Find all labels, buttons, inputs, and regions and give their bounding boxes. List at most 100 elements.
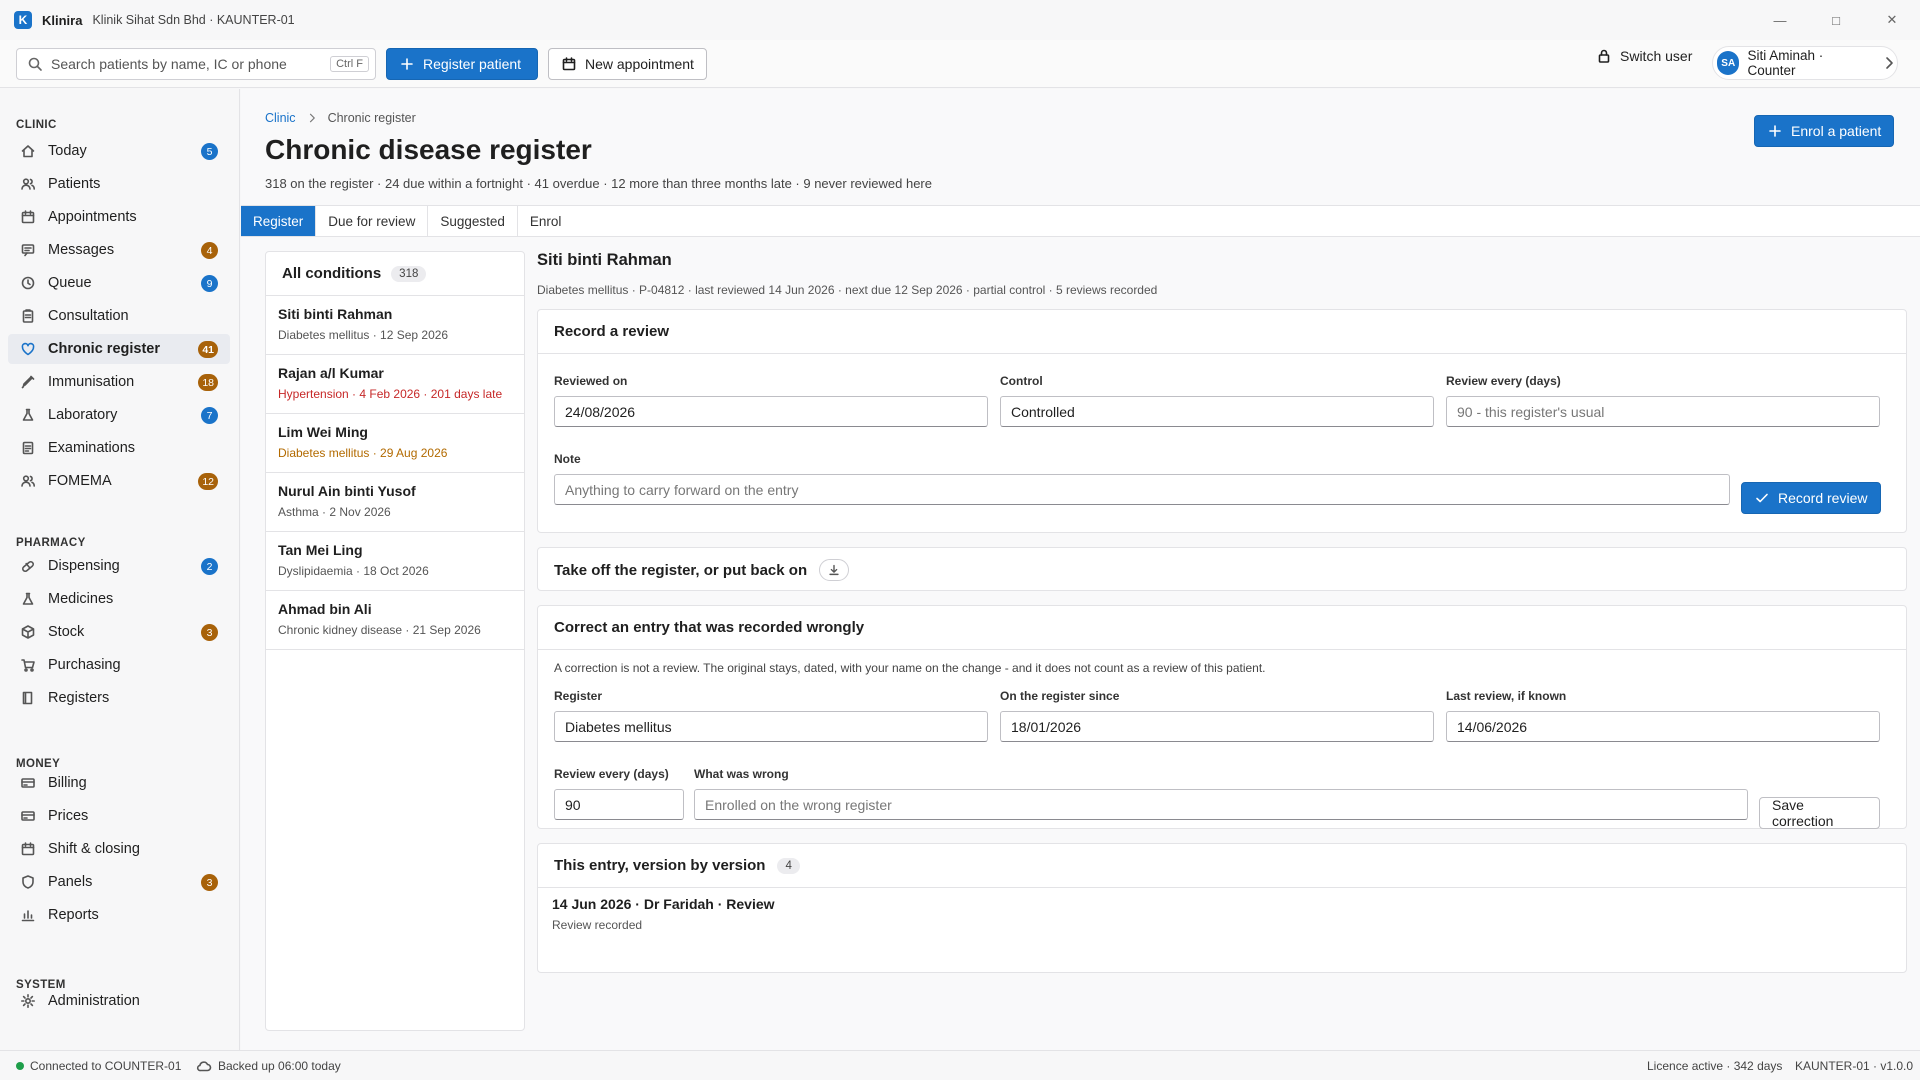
pill-icon bbox=[20, 558, 36, 574]
register-patient-button[interactable]: Register patient bbox=[386, 47, 538, 80]
check-icon bbox=[1754, 490, 1770, 506]
version-history-header: This entry, version by version 4 bbox=[538, 844, 1906, 888]
switch-user-button[interactable]: Switch user bbox=[1596, 48, 1692, 64]
search-input[interactable]: Search patients by name, IC or phone Ctr… bbox=[16, 47, 376, 80]
syringe-icon bbox=[20, 374, 36, 390]
sidebar-badge: 5 bbox=[201, 143, 218, 160]
patient-list: All conditions 318 Siti binti Rahman Diab… bbox=[265, 251, 525, 1031]
sidebar-item-consultation[interactable]: Consultation bbox=[8, 301, 230, 331]
clock-icon bbox=[20, 275, 36, 291]
version-row[interactable]: 14 Jun 2026 · Dr Faridah · Review Review… bbox=[552, 896, 775, 932]
sidebar-item-stock[interactable]: Stock 3 bbox=[8, 617, 230, 647]
sidebar-item-label: Medicines bbox=[48, 591, 114, 607]
list-item[interactable]: Nurul Ain binti Yusof Asthma · 2 Nov 2026 bbox=[266, 473, 524, 532]
sidebar-item-patients[interactable]: Patients bbox=[8, 169, 230, 199]
correction-interval-field[interactable]: 90 bbox=[554, 789, 684, 820]
list-item[interactable]: Ahmad bin Ali Chronic kidney disease · 21… bbox=[266, 591, 524, 650]
expand-icon[interactable] bbox=[819, 559, 850, 581]
patient-meta: Diabetes mellitus · P-04812 · last revie… bbox=[537, 283, 1158, 297]
tab-enrol[interactable]: Enrol bbox=[518, 206, 574, 236]
sidebar-item-shift-closing[interactable]: Shift & closing bbox=[8, 834, 230, 864]
sidebar-item-label: Immunisation bbox=[48, 374, 135, 390]
sidebar-item-prices[interactable]: Prices bbox=[8, 801, 230, 831]
card-icon bbox=[20, 808, 36, 824]
page-title: Chronic disease register bbox=[265, 134, 592, 165]
sidebar-item-label: Registers bbox=[48, 690, 110, 706]
sidebar-item-medicines[interactable]: Medicines bbox=[8, 584, 230, 614]
sidebar-item-examinations[interactable]: Examinations bbox=[8, 433, 230, 463]
sidebar-item-today[interactable]: Today 5 bbox=[8, 136, 230, 166]
note-field[interactable]: Anything to carry forward on the entry bbox=[554, 474, 1730, 505]
sidebar-item-registers[interactable]: Registers bbox=[8, 683, 230, 713]
maximize-icon[interactable]: □ bbox=[1808, 0, 1864, 40]
sidebar-item-label: Administration bbox=[48, 993, 140, 1009]
gear-icon bbox=[20, 993, 36, 1009]
minimize-icon[interactable]: — bbox=[1752, 0, 1808, 40]
sidebar-item-fomema[interactable]: FOMEMA 12 bbox=[8, 466, 230, 496]
register-since-field[interactable]: 18/01/2026 bbox=[1000, 711, 1434, 742]
off-register-header[interactable]: Take off the register, or put back on bbox=[538, 548, 1906, 592]
tab-register[interactable]: Register bbox=[241, 206, 317, 236]
correction-interval-label: Review every (days) bbox=[554, 767, 669, 781]
sidebar-item-dispensing[interactable]: Dispensing 2 bbox=[8, 551, 230, 581]
reviewed-on-field[interactable]: 24/08/2026 bbox=[554, 396, 988, 427]
list-item-meta: Hypertension · 4 Feb 2026 · 201 days lat… bbox=[278, 387, 503, 401]
new-appointment-button[interactable]: New appointment bbox=[548, 47, 707, 80]
sidebar-item-chronic-register[interactable]: Chronic register 41 bbox=[8, 334, 230, 364]
enrol-patient-button[interactable]: Enrol a patient bbox=[1754, 115, 1895, 147]
correction-note: A correction is not a review. The origin… bbox=[554, 661, 1266, 675]
list-item[interactable]: Rajan a/l Kumar Hypertension · 4 Feb 2026… bbox=[266, 355, 524, 414]
list-item[interactable]: Lim Wei Ming Diabetes mellitus · 29 Aug 2… bbox=[266, 414, 524, 473]
off-register-card[interactable]: Take off the register, or put back on bbox=[537, 547, 1907, 591]
tab-suggested[interactable]: Suggested bbox=[428, 206, 518, 236]
save-correction-button[interactable]: Save correction bbox=[1759, 797, 1880, 829]
sidebar-item-appointments[interactable]: Appointments bbox=[8, 202, 230, 232]
sidebar-item-label: Reports bbox=[48, 907, 99, 923]
app-name: Klinira bbox=[42, 12, 83, 28]
list-header: All conditions 318 bbox=[266, 252, 524, 296]
switch-user-label: Switch user bbox=[1620, 48, 1693, 64]
chevron-right-icon bbox=[1881, 55, 1897, 71]
record-review-button[interactable]: Record review bbox=[1741, 482, 1881, 514]
tab-due-for-review[interactable]: Due for review bbox=[316, 206, 429, 236]
what-was-wrong-field[interactable]: Enrolled on the wrong register bbox=[694, 789, 1748, 820]
list-item-meta: Chronic kidney disease · 21 Sep 2026 bbox=[278, 623, 481, 637]
sidebar-item-immunisation[interactable]: Immunisation 18 bbox=[8, 367, 230, 397]
plus-icon bbox=[399, 56, 415, 72]
user-menu[interactable]: SA Siti Aminah · Counter bbox=[1712, 46, 1898, 80]
sidebar-item-administration[interactable]: Administration bbox=[8, 986, 230, 1016]
list-item[interactable]: Siti binti Rahman Diabetes mellitus · 12 … bbox=[266, 296, 524, 355]
last-review-field[interactable]: 14/06/2026 bbox=[1446, 711, 1880, 742]
list-item-meta: Diabetes mellitus · 29 Aug 2026 bbox=[278, 446, 448, 460]
main-content: Clinic Chronic register Chronic disease … bbox=[241, 89, 1920, 1050]
sidebar-item-panels[interactable]: Panels 3 bbox=[8, 867, 230, 897]
sidebar-item-label: Queue bbox=[48, 275, 92, 291]
sidebar-section-pharmacy: PHARMACY bbox=[16, 537, 86, 549]
search-placeholder: Search patients by name, IC or phone bbox=[51, 55, 287, 72]
what-was-wrong-label: What was wrong bbox=[694, 767, 789, 781]
last-review-label: Last review, if known bbox=[1446, 689, 1567, 703]
sidebar-item-reports[interactable]: Reports bbox=[8, 900, 230, 930]
version-subtitle: Review recorded bbox=[552, 918, 643, 932]
version-count: 4 bbox=[777, 857, 800, 874]
list-title: All conditions bbox=[282, 265, 382, 282]
sidebar-item-purchasing[interactable]: Purchasing bbox=[8, 650, 230, 680]
sidebar-item-label: Chronic register bbox=[48, 341, 160, 357]
sidebar-item-messages[interactable]: Messages 4 bbox=[8, 235, 230, 265]
sidebar-item-queue[interactable]: Queue 9 bbox=[8, 268, 230, 298]
breadcrumb-clinic[interactable]: Clinic bbox=[265, 111, 296, 125]
record-review-label: Record review bbox=[1778, 490, 1868, 506]
close-icon[interactable]: ✕ bbox=[1864, 0, 1920, 40]
sidebar-badge: 3 bbox=[201, 874, 218, 891]
list-item-name: Lim Wei Ming bbox=[278, 424, 368, 440]
register-select[interactable]: Diabetes mellitus bbox=[554, 711, 988, 742]
sidebar-item-laboratory[interactable]: Laboratory 7 bbox=[8, 400, 230, 430]
review-interval-field[interactable]: 90 - this register's usual bbox=[1446, 396, 1880, 427]
list-item-meta: Diabetes mellitus · 12 Sep 2026 bbox=[278, 328, 449, 342]
people-icon bbox=[20, 473, 36, 489]
sidebar-item-label: Prices bbox=[48, 808, 89, 824]
control-select[interactable]: Controlled bbox=[1000, 396, 1434, 427]
status-bar: Connected to COUNTER-01 Backed up 06:00 … bbox=[0, 1050, 1920, 1080]
sidebar-item-billing[interactable]: Billing bbox=[8, 768, 230, 798]
list-item[interactable]: Tan Mei Ling Dyslipidaemia · 18 Oct 2026 bbox=[266, 532, 524, 591]
